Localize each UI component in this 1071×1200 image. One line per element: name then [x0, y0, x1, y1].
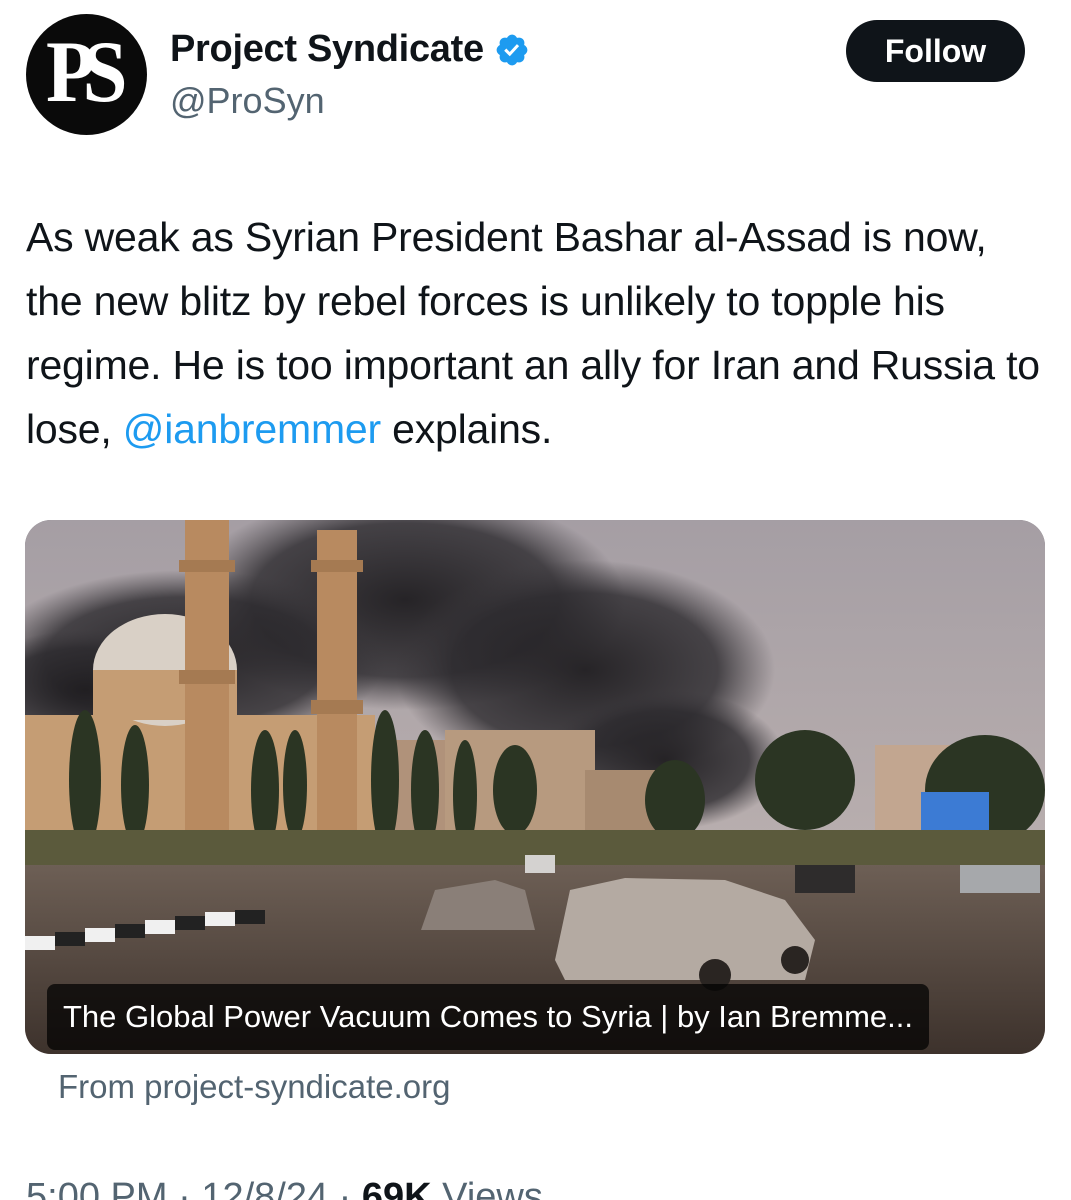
card-source[interactable]: From project-syndicate.org — [58, 1068, 450, 1106]
follow-button[interactable]: Follow — [846, 20, 1025, 82]
card-caption: The Global Power Vacuum Comes to Syria |… — [47, 984, 929, 1050]
tweet-text-part: explains. — [380, 406, 553, 452]
tweet-date[interactable]: 12/8/24 — [201, 1176, 328, 1200]
verified-badge-icon — [496, 34, 528, 65]
meta-separator: · — [178, 1176, 191, 1200]
author-name-row: Project Syndicate — [170, 28, 530, 71]
avatar[interactable]: PS — [26, 14, 147, 135]
card-image — [25, 520, 1045, 1054]
link-card[interactable]: The Global Power Vacuum Comes to Syria |… — [25, 520, 1045, 1054]
display-name[interactable]: Project Syndicate — [170, 28, 484, 71]
tweet-detail: PS Project Syndicate @ProSyn Follow As w… — [0, 0, 1071, 1200]
mention-link[interactable]: @ianbremmer — [123, 406, 381, 452]
views-count: 69K — [361, 1176, 432, 1200]
tweet-time[interactable]: 5:00 PM — [26, 1176, 168, 1200]
author-handle[interactable]: @ProSyn — [170, 80, 325, 122]
avatar-logo: PS — [46, 23, 128, 121]
meta-separator: · — [338, 1176, 352, 1200]
tweet-text: As weak as Syrian President Bashar al-As… — [26, 205, 1046, 461]
views-label: Views — [442, 1176, 543, 1200]
tweet-meta: 5:00 PM · 12/8/24 · 69K Views — [26, 1176, 543, 1200]
